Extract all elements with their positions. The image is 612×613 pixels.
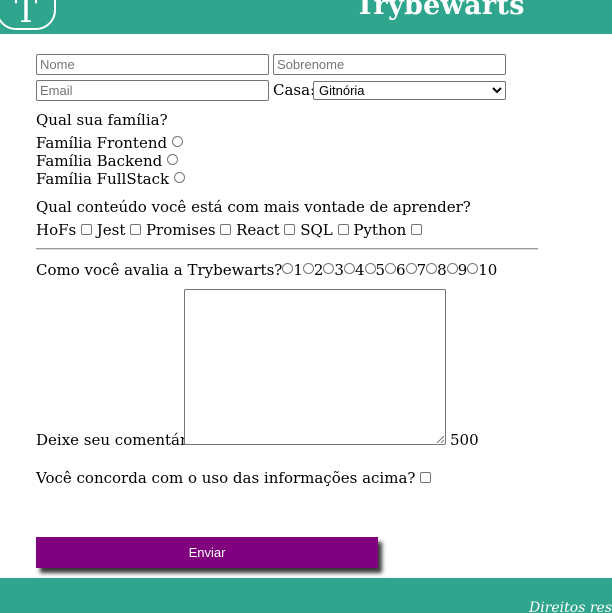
content-question: Qual conteúdo você está com mais vontade… [36, 198, 471, 216]
subject-checkbox-promises[interactable] [220, 224, 232, 235]
divider [36, 248, 538, 250]
submit-button[interactable]: Enviar [36, 537, 378, 568]
trybewarts-logo: T [0, 0, 56, 30]
rating-radio-5[interactable] [364, 263, 376, 274]
rating-label-5: 5 [375, 261, 386, 279]
subject-label-sql: SQL [300, 221, 333, 239]
rating-radio-4[interactable] [343, 263, 355, 274]
subject-label-python: Python [353, 221, 407, 239]
subject-label-hofs: HoFs [36, 221, 77, 239]
subject-label-promises: Promises [145, 221, 216, 239]
family-option-fullstack[interactable]: Família FullStack [36, 170, 185, 188]
family-label-backend: Família Backend [36, 152, 163, 170]
rating-radio-10[interactable] [467, 263, 479, 274]
family-radio-fullstack[interactable] [173, 172, 185, 183]
rating-label-6: 6 [396, 261, 406, 279]
agreement-label: Você concorda com o uso das informações … [36, 469, 416, 487]
rating-label-1: 1 [293, 261, 303, 279]
rating-label-7: 7 [416, 261, 427, 279]
rating-label-8: 8 [437, 261, 447, 279]
house-select[interactable]: Gitnória [313, 81, 506, 100]
family-label-frontend: Família Frontend [36, 134, 168, 152]
rating-label-10: 10 [478, 261, 498, 279]
comment-label: Deixe seu comentário: [36, 431, 207, 449]
page-footer: Direitos rese [0, 578, 612, 613]
logo-letter: T [14, 0, 38, 31]
rating-radio-7[interactable] [405, 263, 417, 274]
subject-checkbox-hofs[interactable] [81, 224, 92, 235]
email-input[interactable] [36, 80, 269, 101]
rating-radio-8[interactable] [426, 263, 438, 274]
subjects-row: HoFs Jest Promises React SQL Python [36, 221, 423, 239]
subject-checkbox-python[interactable] [411, 224, 423, 235]
rating-radio-6[interactable] [385, 263, 397, 274]
rating-label-9: 9 [457, 261, 468, 279]
subject-checkbox-jest[interactable] [130, 224, 142, 235]
rating-radio-9[interactable] [446, 263, 458, 274]
rating-question: Como você avalia a Trybewarts? [36, 261, 283, 279]
family-option-backend[interactable]: Família Backend [36, 152, 179, 170]
rating-row: Como você avalia a Trybewarts? 1 2 3 4 5 6 7 8 9 1… [36, 261, 497, 279]
family-option-frontend[interactable]: Família Frontend [36, 134, 183, 152]
subject-checkbox-sql[interactable] [337, 224, 349, 235]
subject-checkbox-react[interactable] [284, 224, 296, 235]
rating-label-2: 2 [313, 261, 324, 279]
agreement-row: Você concorda com o uso das informações … [36, 469, 432, 487]
subject-label-jest: Jest [96, 221, 126, 239]
footer-text: Direitos rese [529, 600, 612, 613]
page-header: T Trybewarts [0, 0, 612, 34]
rating-label-3: 3 [334, 261, 344, 279]
resize-grip-icon[interactable] [436, 435, 444, 443]
family-question: Qual sua família? [36, 111, 168, 129]
subject-label-react: React [236, 221, 280, 239]
page-title: Trybewarts [355, 0, 525, 21]
rating-radio-1[interactable] [282, 263, 294, 274]
family-label-fullstack: Família FullStack [36, 170, 170, 188]
lastname-input[interactable] [273, 54, 506, 75]
family-radio-frontend[interactable] [171, 136, 183, 147]
name-input[interactable] [36, 54, 269, 75]
family-radio-backend[interactable] [167, 154, 179, 165]
comment-textarea[interactable] [184, 289, 446, 445]
rating-radio-3[interactable] [323, 263, 335, 274]
rating-radio-2[interactable] [302, 263, 314, 274]
rating-label-4: 4 [354, 261, 365, 279]
char-counter: 500 [450, 431, 479, 449]
agreement-checkbox[interactable] [420, 472, 432, 483]
house-label: Casa: [273, 81, 316, 99]
